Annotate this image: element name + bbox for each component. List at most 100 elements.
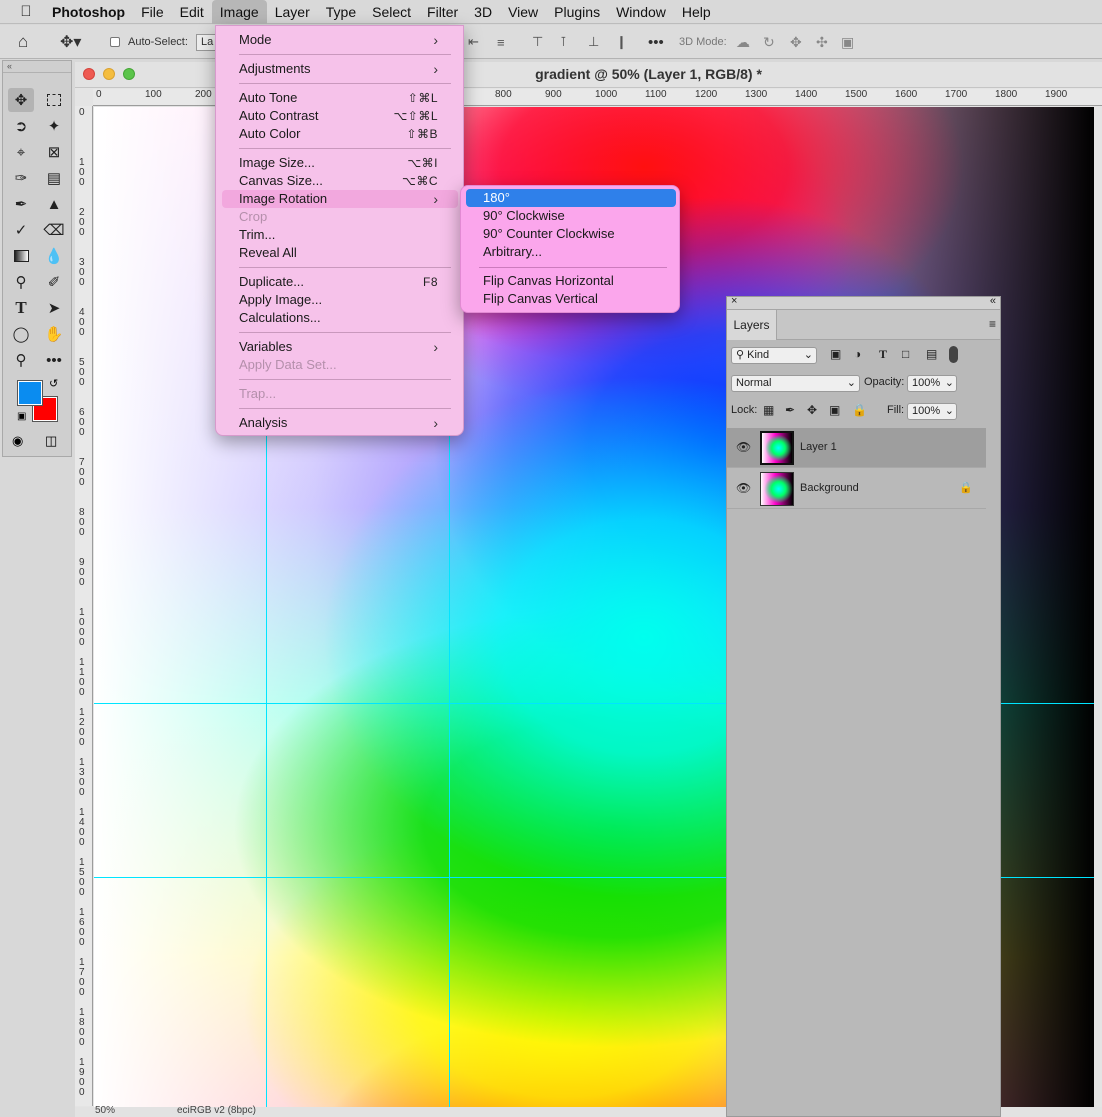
- filter-shape-icon[interactable]: □: [902, 347, 909, 361]
- minimize-window-icon[interactable]: [103, 68, 115, 80]
- menu-item-auto-contrast[interactable]: Auto Contrast ⌥⇧⌘L: [222, 107, 458, 125]
- move-tool-preset-icon[interactable]: ✥▾: [60, 25, 81, 59]
- close-panel-icon[interactable]: ×: [731, 295, 737, 307]
- swap-colors-icon[interactable]: ↺: [49, 377, 58, 390]
- filter-type-icon[interactable]: T: [879, 347, 887, 362]
- 3d-orbit-icon[interactable]: ☁: [736, 25, 750, 59]
- menu-image[interactable]: Image: [211, 0, 267, 24]
- menu-item-adjustments[interactable]: Adjustments ›: [222, 60, 458, 78]
- layer-lock-icon[interactable]: 🔒: [959, 481, 973, 494]
- history-brush-tool-icon[interactable]: ✓: [8, 218, 34, 242]
- menu-3d[interactable]: 3D: [466, 0, 500, 24]
- filter-adjustment-icon[interactable]: ◑: [854, 347, 861, 361]
- layers-panel-header[interactable]: × «: [727, 295, 1000, 310]
- menu-item-rotate-arbitrary[interactable]: Arbitrary...: [466, 243, 676, 261]
- menu-item-rotate-90-ccw[interactable]: 90° Counter Clockwise: [466, 225, 676, 243]
- menu-item-apply-image[interactable]: Apply Image...: [222, 291, 458, 309]
- lock-position-icon[interactable]: ✥: [807, 403, 817, 417]
- panel-menu-icon[interactable]: ≡: [989, 317, 996, 331]
- 3d-slide-icon[interactable]: ✣: [816, 25, 828, 59]
- frame-tool-icon[interactable]: ⊠: [41, 140, 67, 164]
- menu-select[interactable]: Select: [364, 0, 419, 24]
- menu-item-canvas-size[interactable]: Canvas Size... ⌥⌘C: [222, 172, 458, 190]
- healing-brush-tool-icon[interactable]: ▤: [41, 166, 67, 190]
- eyedropper-tool-icon[interactable]: ✑: [8, 166, 34, 190]
- menu-layer[interactable]: Layer: [267, 0, 318, 24]
- hand-tool-icon[interactable]: ✋: [41, 322, 67, 346]
- 3d-pan-icon[interactable]: ✥: [790, 25, 802, 59]
- crop-tool-icon[interactable]: ⌖: [8, 140, 34, 164]
- filter-smart-object-icon[interactable]: ▤: [926, 347, 937, 361]
- menu-item-auto-color[interactable]: Auto Color ⇧⌘B: [222, 125, 458, 143]
- visibility-eye-icon[interactable]: 👁: [736, 440, 751, 454]
- menu-item-image-rotation[interactable]: Image Rotation ›: [222, 190, 458, 208]
- zoom-tool-icon[interactable]: ⚲: [8, 348, 34, 372]
- edit-toolbar-icon[interactable]: •••: [41, 348, 67, 372]
- menu-item-auto-tone[interactable]: Auto Tone ⇧⌘L: [222, 89, 458, 107]
- lock-image-icon[interactable]: ✒: [785, 403, 795, 417]
- document-info[interactable]: eciRGB v2 (8bpc): [177, 1105, 256, 1116]
- screen-mode-icon[interactable]: ◫: [45, 433, 57, 449]
- eraser-tool-icon[interactable]: ⌫: [41, 218, 67, 242]
- menu-item-trim[interactable]: Trim...: [222, 226, 458, 244]
- menu-item-variables[interactable]: Variables ›: [222, 338, 458, 356]
- menu-item-reveal-all[interactable]: Reveal All: [222, 244, 458, 262]
- foreground-color-swatch[interactable]: [17, 380, 43, 406]
- close-window-icon[interactable]: [83, 68, 95, 80]
- lock-artboard-icon[interactable]: ▣: [829, 403, 840, 417]
- gradient-tool-icon[interactable]: [8, 244, 34, 268]
- home-icon[interactable]: ⌂: [18, 25, 28, 59]
- layer-row-background[interactable]: 👁 Background 🔒: [727, 469, 986, 509]
- type-tool-icon[interactable]: T: [8, 296, 34, 320]
- visibility-eye-icon[interactable]: 👁: [736, 481, 751, 495]
- brush-tool-icon[interactable]: ✒: [8, 192, 34, 216]
- distribute-icon[interactable]: ❙: [616, 25, 627, 59]
- tab-layers[interactable]: Layers: [727, 310, 777, 340]
- layer-name[interactable]: Layer 1: [800, 441, 837, 453]
- menu-item-calculations[interactable]: Calculations...: [222, 309, 458, 327]
- auto-select-checkbox[interactable]: [110, 25, 120, 59]
- menu-item-analysis[interactable]: Analysis ›: [222, 414, 458, 432]
- align-top-icon[interactable]: ⊤: [532, 25, 543, 59]
- filter-toggle-icon[interactable]: [949, 346, 958, 363]
- apple-icon[interactable]: : [0, 3, 52, 20]
- menu-item-rotate-180[interactable]: 180°: [466, 189, 676, 207]
- 3d-roll-icon[interactable]: ↻: [763, 25, 775, 59]
- menu-edit[interactable]: Edit: [172, 0, 212, 24]
- blur-tool-icon[interactable]: 💧: [41, 244, 67, 268]
- move-tool-icon[interactable]: ✥: [8, 88, 34, 112]
- menu-plugins[interactable]: Plugins: [546, 0, 608, 24]
- menu-window[interactable]: Window: [608, 0, 674, 24]
- default-colors-icon[interactable]: ▣: [17, 411, 26, 422]
- align-bottom-icon[interactable]: ⊥: [588, 25, 599, 59]
- menu-item-mode[interactable]: Mode ›: [222, 31, 458, 49]
- clone-stamp-tool-icon[interactable]: ▲: [41, 192, 67, 216]
- quick-mask-icon[interactable]: ◉: [12, 433, 23, 449]
- menu-filter[interactable]: Filter: [419, 0, 466, 24]
- menu-item-rotate-90-cw[interactable]: 90° Clockwise: [466, 207, 676, 225]
- zoom-window-icon[interactable]: [123, 68, 135, 80]
- menu-item-duplicate[interactable]: Duplicate... F8: [222, 273, 458, 291]
- ellipse-tool-icon[interactable]: ◯: [8, 322, 34, 346]
- align-middle-icon[interactable]: ⊺: [560, 25, 567, 59]
- lasso-tool-icon[interactable]: ➲: [8, 114, 34, 138]
- menu-app-photoshop[interactable]: Photoshop: [52, 0, 133, 24]
- marquee-tool-icon[interactable]: [41, 88, 67, 112]
- layer-name[interactable]: Background: [800, 482, 859, 494]
- auto-select-dropdown[interactable]: La: [196, 25, 216, 59]
- menu-file[interactable]: File: [133, 0, 172, 24]
- pen-tool-icon[interactable]: ✐: [41, 270, 67, 294]
- more-options-icon[interactable]: •••: [648, 25, 664, 59]
- blend-mode-dropdown[interactable]: Normal ⌄: [731, 375, 860, 392]
- menu-item-image-size[interactable]: Image Size... ⌥⌘I: [222, 154, 458, 172]
- path-selection-tool-icon[interactable]: ➤: [41, 296, 67, 320]
- menu-item-flip-horizontal[interactable]: Flip Canvas Horizontal: [466, 272, 676, 290]
- opacity-input[interactable]: 100% ⌄: [907, 375, 957, 392]
- menu-type[interactable]: Type: [318, 0, 364, 24]
- menu-help[interactable]: Help: [674, 0, 719, 24]
- layer-row-layer-1[interactable]: 👁 Layer 1: [727, 428, 986, 468]
- zoom-level[interactable]: 50%: [95, 1105, 115, 1116]
- menu-view[interactable]: View: [500, 0, 546, 24]
- collapse-panel-icon[interactable]: «: [990, 295, 996, 307]
- align-center-icon[interactable]: ≡: [497, 25, 505, 59]
